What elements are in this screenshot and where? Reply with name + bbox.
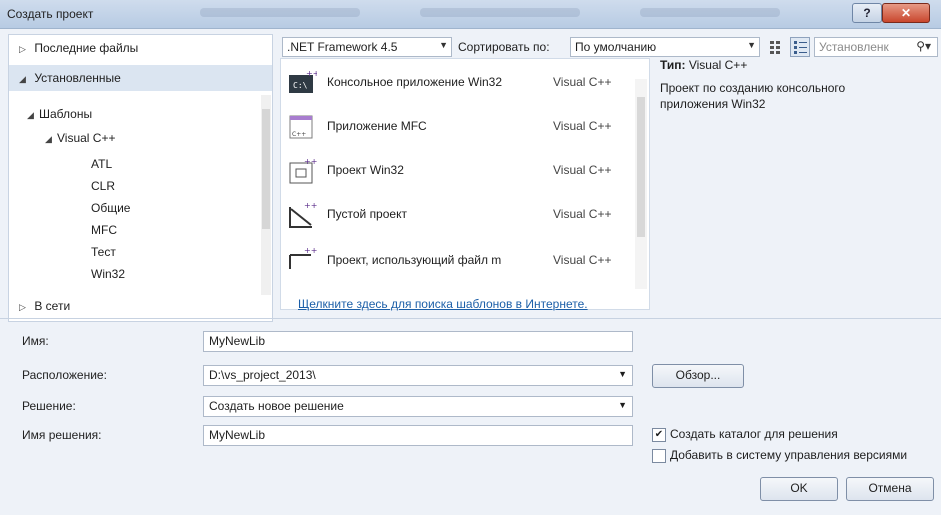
sort-value: По умолчанию [575, 40, 657, 54]
template-row[interactable]: ++ Проект Win32 Visual C++ [281, 151, 633, 191]
window-title: Создать проект [7, 7, 94, 21]
add-source-control-label: Добавить в систему управления версиями [670, 448, 908, 462]
tree-node-test[interactable]: Тест [91, 245, 116, 259]
type-label: Тип: [660, 58, 686, 72]
chevron-down-icon: ▼ [439, 40, 448, 50]
win32-project-icon: ++ [287, 157, 317, 185]
list-view-icon[interactable] [790, 37, 810, 57]
location-value: D:\vs_project_2013\ [209, 368, 316, 382]
solution-name-label: Имя решения: [22, 428, 102, 442]
svg-text:C:\: C:\ [293, 81, 308, 90]
type-line: Тип: Visual C++ [660, 58, 747, 72]
mfc-app-icon: C++ [287, 113, 317, 141]
tree-node-win32[interactable]: Win32 [91, 267, 125, 281]
section-divider [0, 318, 941, 319]
close-button[interactable]: ✕ [882, 3, 930, 23]
template-list-scrollbar[interactable] [635, 79, 647, 289]
checkmark-icon: ✔ [654, 429, 664, 440]
empty-project-icon: ++ [287, 201, 317, 229]
chevron-down-icon: ▼ [618, 369, 627, 379]
collapse-arrow-icon: ◢ [27, 110, 34, 120]
location-combo[interactable]: D:\vs_project_2013\ ▼ [203, 365, 633, 386]
template-language: Visual C++ [553, 163, 612, 177]
template-language: Visual C++ [553, 207, 612, 221]
new-project-dialog: Создать проект ? ✕ ▷ Последние файлы ◢ У… [0, 0, 941, 515]
scrollbar-thumb[interactable] [262, 109, 270, 229]
tree-node-general[interactable]: Общие [91, 201, 130, 215]
chevron-down-icon: ▼ [747, 40, 756, 50]
solution-label: Решение: [22, 399, 76, 413]
template-row[interactable]: ++ Проект, использующий файл m Visual C+… [281, 239, 633, 269]
scrollbar-thumb[interactable] [637, 97, 645, 237]
name-input[interactable]: MyNewLib [203, 331, 633, 352]
tree-online-label: В сети [34, 299, 71, 313]
console-app-icon: C:\ ++ [287, 69, 319, 97]
solution-value: Создать новое решение [209, 399, 344, 413]
tree-recent-label: Последние файлы [34, 41, 139, 55]
tree-online[interactable]: ▷ В сети [9, 293, 272, 319]
search-installed-input[interactable]: Установленк ⚲▾ [814, 37, 938, 57]
template-list: C:\ ++ Консольное приложение Win32 Visual… [280, 58, 650, 310]
create-directory-checkbox[interactable]: ✔ [652, 428, 666, 442]
background-window-tab [640, 8, 780, 17]
svg-text:++: ++ [304, 157, 317, 166]
chevron-down-icon: ▼ [618, 400, 627, 410]
expand-arrow-icon: ▷ [19, 44, 26, 54]
framework-select[interactable]: .NET Framework 4.5 ▼ [282, 37, 452, 57]
collapse-arrow-icon: ◢ [45, 134, 52, 144]
sort-select[interactable]: По умолчанию ▼ [570, 37, 760, 57]
ok-button[interactable]: OK [760, 477, 838, 501]
location-label: Расположение: [22, 368, 107, 382]
tree-node-mfc[interactable]: MFC [91, 223, 117, 237]
help-button[interactable]: ? [852, 3, 882, 23]
type-value: Visual C++ [688, 58, 748, 72]
cancel-button[interactable]: Отмена [846, 477, 934, 501]
template-name: Консольное приложение Win32 [327, 75, 503, 89]
search-online-templates-link[interactable]: Щелкните здесь для поиска шаблонов в Инт… [298, 297, 588, 311]
tree-visual-cpp-label: Visual C++ [57, 131, 116, 145]
tree-node-visual-cpp[interactable]: ◢ Visual C++ [45, 131, 115, 145]
small-icons-view-icon[interactable] [768, 38, 786, 56]
tree-node-clr[interactable]: CLR [91, 179, 115, 193]
framework-value: .NET Framework 4.5 [287, 40, 398, 54]
template-language: Visual C++ [553, 75, 612, 89]
template-row[interactable]: ++ Пустой проект Visual C++ [281, 195, 633, 235]
search-placeholder: Установленк [819, 40, 889, 54]
makefile-project-icon: ++ [287, 245, 317, 269]
tree-recent-files[interactable]: ▷ Последние файлы [9, 35, 272, 61]
create-directory-label: Создать каталог для решения [670, 427, 838, 441]
tree-scrollbar[interactable] [261, 95, 271, 295]
template-name: Проект Win32 [327, 163, 404, 177]
template-row[interactable]: C++ Приложение MFC Visual C++ [281, 107, 633, 147]
tree-installed[interactable]: ◢ Установленные [9, 65, 272, 91]
search-icon: ⚲▾ [916, 39, 931, 53]
tree-installed-label: Установленные [34, 71, 121, 85]
background-window-tab [200, 8, 360, 17]
sort-label: Сортировать по: [458, 40, 550, 54]
svg-text:++: ++ [304, 201, 317, 210]
expand-arrow-icon: ▷ [19, 302, 26, 312]
background-window-tab [420, 8, 580, 17]
title-bar: Создать проект ? ✕ [0, 0, 941, 29]
tree-templates-label: Шаблоны [39, 107, 93, 121]
svg-text:C++: C++ [292, 131, 306, 138]
template-language: Visual C++ [553, 119, 612, 133]
tree-node-atl[interactable]: ATL [91, 157, 112, 171]
template-name: Пустой проект [327, 207, 407, 221]
template-name: Проект, использующий файл m [327, 253, 502, 267]
tree-node-templates[interactable]: ◢ Шаблоны [27, 107, 92, 121]
add-source-control-checkbox[interactable] [652, 449, 666, 463]
collapse-arrow-icon: ◢ [19, 74, 26, 84]
svg-text:++: ++ [306, 69, 317, 78]
template-row[interactable]: C:\ ++ Консольное приложение Win32 Visual… [281, 63, 633, 103]
template-language: Visual C++ [553, 253, 612, 267]
template-description: Проект по созданию консольного приложени… [660, 81, 846, 111]
svg-text:++: ++ [304, 246, 317, 255]
name-label: Имя: [22, 334, 49, 348]
template-tree-pane: ▷ Последние файлы ◢ Установленные ◢ Шабло… [8, 34, 273, 322]
browse-button[interactable]: Обзор... [652, 364, 744, 388]
template-name: Приложение MFC [327, 119, 427, 133]
solution-name-input[interactable]: MyNewLib [203, 425, 633, 446]
solution-select[interactable]: Создать новое решение ▼ [203, 396, 633, 417]
